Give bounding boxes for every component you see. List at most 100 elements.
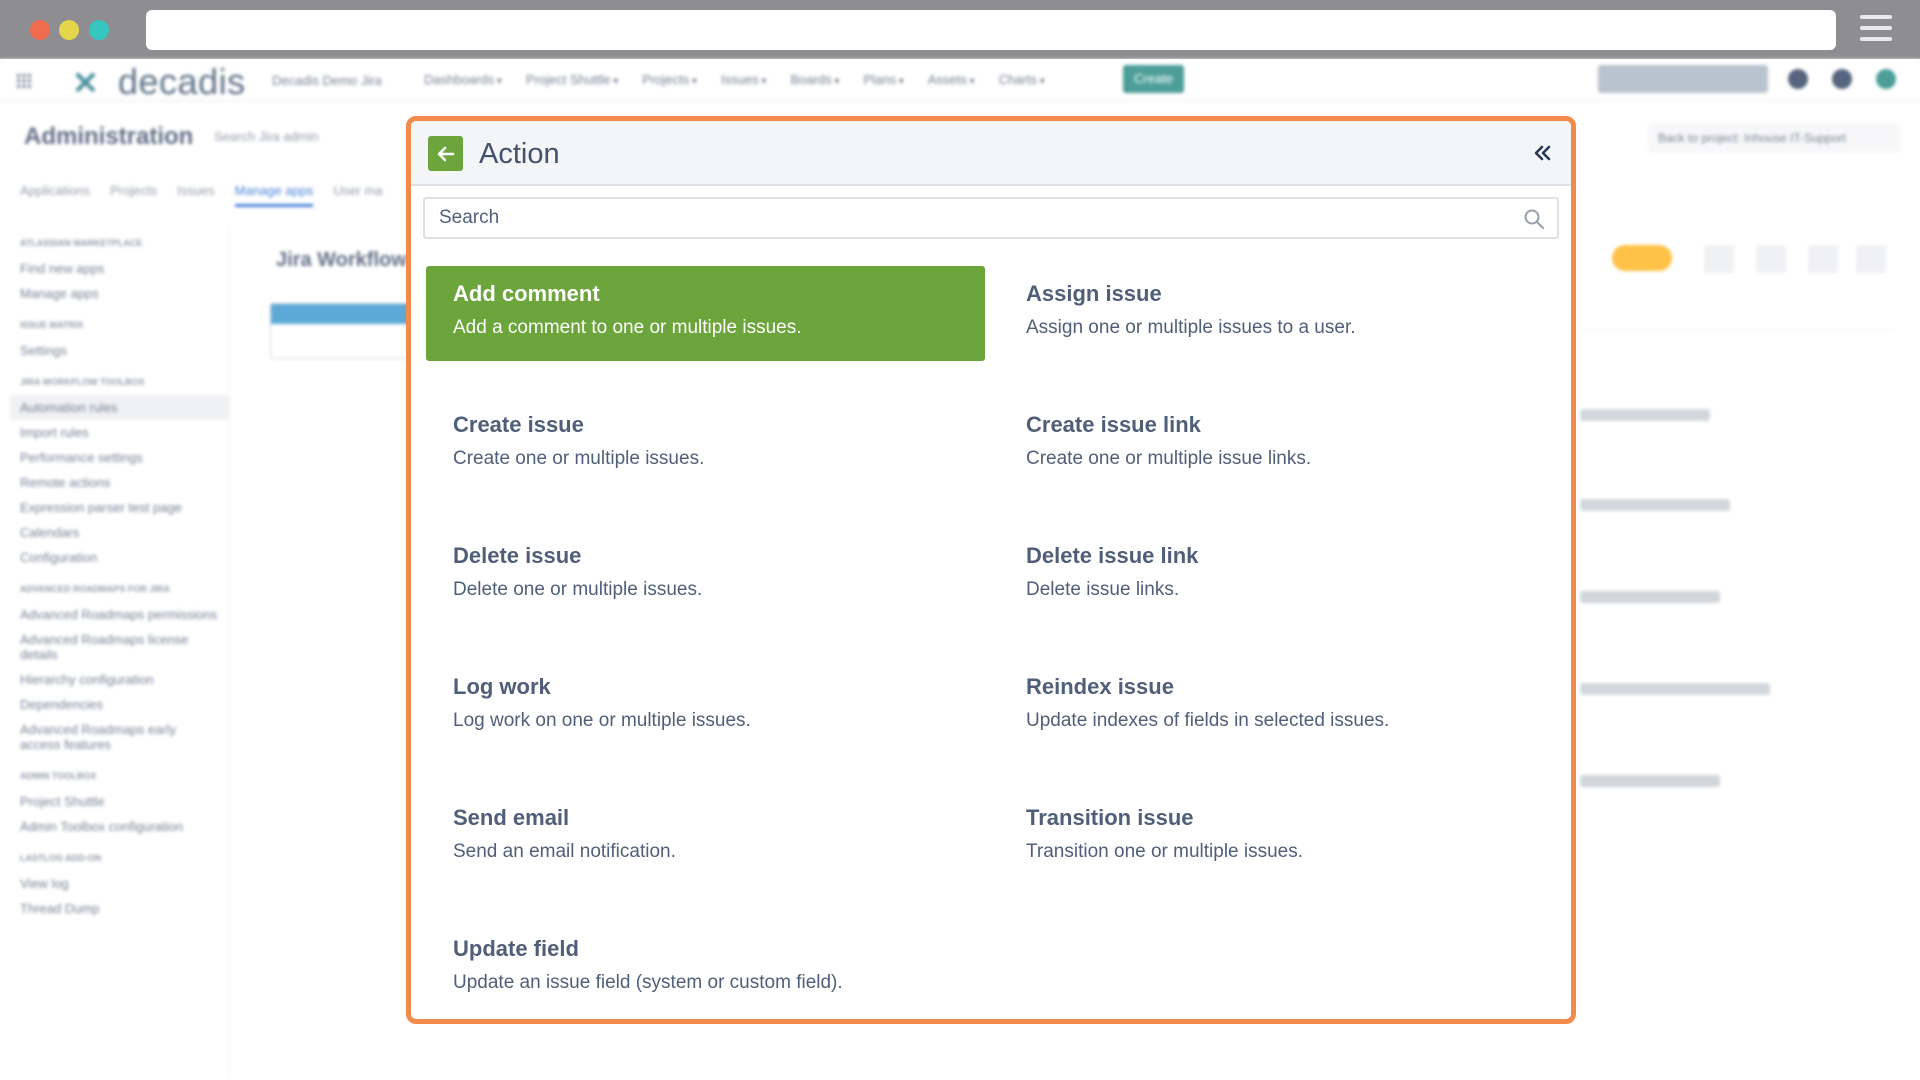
- action-name: Delete issue link: [1026, 543, 1199, 568]
- action-update-field[interactable]: Update field Update an issue field (syst…: [426, 921, 985, 1016]
- arrow-left-icon: [437, 146, 455, 162]
- main-nav: Dashboards Project Shuttle Projects Issu…: [424, 72, 1045, 87]
- action-log-work[interactable]: Log work Log work on one or multiple iss…: [426, 659, 985, 754]
- sidebar-item[interactable]: Project Shuttle: [10, 789, 229, 814]
- sidebar-item[interactable]: Advanced Roadmaps permissions: [10, 602, 229, 627]
- site-name: Decadis Demo Jira: [272, 73, 382, 88]
- nav-project-shuttle[interactable]: Project Shuttle: [526, 72, 618, 87]
- nav-boards[interactable]: Boards: [790, 72, 839, 87]
- action-create-issue-link[interactable]: Create issue link Create one or multiple…: [999, 397, 1558, 492]
- sidebar-item[interactable]: Hierarchy configuration: [10, 667, 229, 692]
- user-avatar[interactable]: [1876, 69, 1896, 89]
- action-name: Reindex issue: [1026, 674, 1174, 699]
- right-panel-header: [1576, 291, 1896, 331]
- nav-assets[interactable]: Assets: [928, 72, 975, 87]
- sidebar-heading: JIRA WORKFLOW TOOLBOX: [20, 377, 145, 387]
- nav-projects[interactable]: Projects: [642, 72, 697, 87]
- back-button[interactable]: [428, 136, 463, 171]
- action-description: Create one or multiple issue links.: [1026, 448, 1312, 469]
- sidebar-heading: ISSUE MATRIX: [20, 320, 84, 330]
- sidebar-item[interactable]: Find new apps: [10, 256, 229, 281]
- action-name: Assign issue: [1026, 281, 1162, 306]
- action-description: Log work on one or multiple issues.: [453, 710, 751, 731]
- sidebar-item[interactable]: Calendars: [10, 520, 229, 545]
- action-description: Update an issue field (system or custom …: [453, 972, 843, 993]
- nav-dashboards[interactable]: Dashboards: [424, 72, 502, 87]
- sidebar-item[interactable]: Thread Dump: [10, 896, 229, 921]
- tab-manage-apps[interactable]: Manage apps: [234, 183, 314, 207]
- collapse-button[interactable]: [1528, 139, 1556, 167]
- expand-icon[interactable]: [1808, 245, 1838, 273]
- action-description: Add a comment to one or multiple issues.: [453, 317, 802, 338]
- action-name: Send email: [453, 805, 570, 830]
- global-search-input[interactable]: [1598, 65, 1768, 93]
- action-description: Update indexes of fields in selected iss…: [1026, 710, 1390, 731]
- home-icon[interactable]: [1704, 245, 1734, 273]
- decadis-logo-icon: ✕: [72, 65, 99, 101]
- sidebar-item[interactable]: Dependencies: [10, 692, 229, 717]
- action-send-email[interactable]: Send email Send an email notification.: [426, 790, 985, 885]
- nav-charts[interactable]: Charts: [999, 72, 1045, 87]
- action-search-field[interactable]: [423, 197, 1559, 239]
- sidebar-item[interactable]: Advanced Roadmaps early access features: [10, 717, 229, 757]
- sidebar-item[interactable]: Import rules: [10, 420, 229, 445]
- search-input[interactable]: [439, 199, 1519, 237]
- blurred-text: [1580, 409, 1710, 421]
- action-add-comment[interactable]: Add comment Add a comment to one or mult…: [426, 266, 985, 361]
- create-button[interactable]: Create: [1123, 65, 1184, 93]
- settings-gear-icon[interactable]: [1832, 69, 1852, 89]
- rule-card[interactable]: [270, 303, 420, 359]
- toggle-switch[interactable]: [1612, 245, 1672, 271]
- help-icon[interactable]: [1856, 245, 1886, 273]
- tab-projects[interactable]: Projects: [110, 183, 157, 207]
- sidebar-heading: ATLASSIAN MARKETPLACE: [20, 238, 143, 248]
- export-icon[interactable]: [1756, 245, 1786, 273]
- tab-issues[interactable]: Issues: [177, 183, 215, 207]
- sidebar-item[interactable]: Remote actions: [10, 470, 229, 495]
- panel-title: Action: [479, 138, 560, 170]
- action-panel: Action Add comment Add a comment to one …: [406, 116, 1576, 1024]
- tab-applications[interactable]: Applications: [20, 183, 90, 207]
- action-description: Send an email notification.: [453, 841, 676, 862]
- workflow-title: Jira Workflow: [276, 249, 407, 271]
- back-to-project-button[interactable]: Back to project: Inhouse IT-Support: [1648, 123, 1900, 153]
- sidebar-item[interactable]: Expression parser test page: [10, 495, 229, 520]
- window-minimize-button[interactable]: [59, 20, 79, 40]
- blurred-text: [1580, 775, 1720, 787]
- sidebar-item[interactable]: Settings: [10, 338, 229, 363]
- window-close-button[interactable]: [30, 20, 50, 40]
- help-icon[interactable]: [1788, 69, 1808, 89]
- action-name: Log work: [453, 674, 551, 699]
- window-maximize-button[interactable]: [89, 20, 109, 40]
- action-description: Create one or multiple issues.: [453, 448, 705, 469]
- nav-plans[interactable]: Plans: [863, 72, 903, 87]
- app-switcher-icon[interactable]: [16, 73, 32, 89]
- blurred-text: [1580, 499, 1730, 511]
- sidebar-item[interactable]: Performance settings: [10, 445, 229, 470]
- sidebar-item[interactable]: View log: [10, 871, 229, 896]
- action-delete-issue[interactable]: Delete issue Delete one or multiple issu…: [426, 528, 985, 623]
- action-delete-issue-link[interactable]: Delete issue link Delete issue links.: [999, 528, 1558, 623]
- action-assign-issue[interactable]: Assign issue Assign one or multiple issu…: [999, 266, 1558, 361]
- sidebar-item[interactable]: Admin Toolbox configuration: [10, 814, 229, 839]
- nav-issues[interactable]: Issues: [721, 72, 766, 87]
- logo-text: decadis: [118, 61, 246, 102]
- sidebar-heading: LASTLOG ADD-ON: [20, 853, 102, 863]
- sidebar-item[interactable]: Automation rules: [10, 395, 229, 420]
- action-name: Create issue link: [1026, 412, 1201, 437]
- admin-search[interactable]: Search Jira admin: [214, 129, 319, 144]
- sidebar-heading: ADMIN TOOLBOX: [20, 771, 97, 781]
- action-transition-issue[interactable]: Transition issue Transition one or multi…: [999, 790, 1558, 885]
- hamburger-icon[interactable]: [1860, 15, 1892, 43]
- action-description: Assign one or multiple issues to a user.: [1026, 317, 1356, 338]
- sidebar-item[interactable]: Configuration: [10, 545, 229, 570]
- action-description: Delete issue links.: [1026, 579, 1180, 600]
- sidebar-item[interactable]: Manage apps: [10, 281, 229, 306]
- action-name: Add comment: [453, 281, 600, 306]
- address-bar[interactable]: [146, 10, 1836, 50]
- action-create-issue[interactable]: Create issue Create one or multiple issu…: [426, 397, 985, 492]
- search-icon: [1524, 209, 1544, 229]
- sidebar-item[interactable]: Advanced Roadmaps license details: [10, 627, 229, 667]
- tab-user-management[interactable]: User ma: [333, 183, 382, 207]
- action-reindex-issue[interactable]: Reindex issue Update indexes of fields i…: [999, 659, 1558, 754]
